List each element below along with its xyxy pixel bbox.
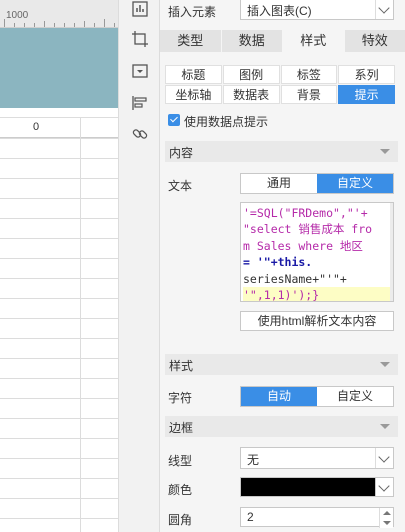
text-mode-toggle: 通用 自定义	[240, 173, 394, 194]
char-mode-toggle: 自动 自定义	[240, 386, 394, 407]
chevron-down-icon	[378, 451, 390, 463]
collapse-arrow-icon	[380, 149, 390, 154]
subtab-background[interactable]: 背景	[280, 85, 338, 104]
color-swatch[interactable]	[240, 477, 376, 497]
color-label: 颜色	[168, 483, 193, 497]
line-type-select[interactable]: 无	[240, 447, 394, 469]
char-mode-auto[interactable]: 自动	[241, 387, 317, 406]
subtab-series[interactable]: 系列	[338, 65, 395, 84]
dropdown-widget-icon[interactable]	[131, 62, 149, 80]
crop-icon[interactable]	[131, 30, 149, 48]
tooltip-formula-editor[interactable]: '=SQL("FRDemo","'+ "select 销售成本 fro m Sa…	[240, 202, 394, 302]
property-panel: 插入元素 插入图表(C) 类型 数据 样式 特效 标题 图例 标签 系列 坐标轴…	[160, 0, 405, 532]
code-line: seriesName+"'"+	[243, 271, 347, 286]
code-line: "select 销售成本 fro	[243, 222, 373, 237]
color-dropdown[interactable]	[376, 477, 394, 497]
subtab-tooltip[interactable]: 提示	[338, 85, 395, 104]
line-type-label: 线型	[168, 454, 193, 468]
ruler-label: 1000	[6, 10, 29, 21]
text-mode-general[interactable]: 通用	[241, 174, 317, 193]
tab-type[interactable]: 类型	[160, 30, 221, 52]
collapse-arrow-icon	[380, 424, 390, 429]
increment-icon	[383, 511, 391, 515]
radius-stepper[interactable]: 2	[240, 507, 394, 528]
code-line-highlighted: '",1,1)');}	[243, 287, 391, 301]
editor-scrollbar[interactable]	[390, 203, 393, 301]
char-label: 字符	[168, 391, 193, 405]
section-style-header[interactable]: 样式	[165, 354, 398, 375]
tab-style[interactable]: 样式	[283, 30, 344, 52]
collapse-arrow-icon	[380, 362, 390, 367]
text-label: 文本	[168, 179, 193, 193]
align-icon[interactable]	[131, 94, 149, 112]
code-line: = '"+this.	[243, 255, 313, 270]
link-icon[interactable]	[131, 125, 149, 143]
decrement-icon	[383, 521, 391, 525]
style-subtabs-row1: 标题 图例 标签 系列	[165, 65, 395, 84]
chart-properties-icon[interactable]	[131, 0, 149, 18]
tool-icon-strip	[118, 0, 160, 532]
column-header: 0	[0, 118, 118, 138]
column-value: 0	[33, 121, 40, 133]
chevron-down-icon	[378, 480, 390, 492]
char-mode-custom[interactable]: 自定义	[317, 387, 393, 406]
subtab-label[interactable]: 标签	[280, 65, 338, 84]
use-tooltip-label: 使用数据点提示	[184, 115, 269, 129]
code-line: '=SQL("FRDemo","'+	[243, 206, 368, 220]
spreadsheet-area: 1000 0	[0, 0, 118, 532]
main-tabs: 类型 数据 样式 特效	[160, 30, 405, 52]
insert-chart-select[interactable]: 插入图表(C)	[240, 0, 394, 20]
subtab-axis[interactable]: 坐标轴	[165, 85, 222, 104]
html-parse-button[interactable]: 使用html解析文本内容	[240, 311, 394, 331]
chart-preview[interactable]	[0, 28, 118, 108]
use-tooltip-checkbox[interactable]	[168, 114, 180, 126]
horizontal-ruler: 1000	[0, 0, 118, 28]
insert-element-label: 插入元素	[168, 5, 217, 19]
section-content-header[interactable]: 内容	[165, 141, 398, 162]
tab-effects[interactable]: 特效	[344, 30, 405, 52]
code-line: m Sales where 地区	[243, 238, 363, 253]
section-border-header[interactable]: 边框	[165, 416, 398, 437]
radius-label: 圆角	[168, 513, 193, 527]
subtab-title[interactable]: 标题	[165, 65, 222, 84]
tab-data[interactable]: 数据	[221, 30, 282, 52]
cell-grid[interactable]	[0, 138, 118, 532]
chevron-down-icon	[378, 2, 390, 14]
text-mode-custom[interactable]: 自定义	[317, 174, 393, 193]
subtab-legend[interactable]: 图例	[222, 65, 280, 84]
subtab-datasheet[interactable]: 数据表	[222, 85, 280, 104]
style-subtabs-row2: 坐标轴 数据表 背景 提示	[165, 85, 395, 104]
